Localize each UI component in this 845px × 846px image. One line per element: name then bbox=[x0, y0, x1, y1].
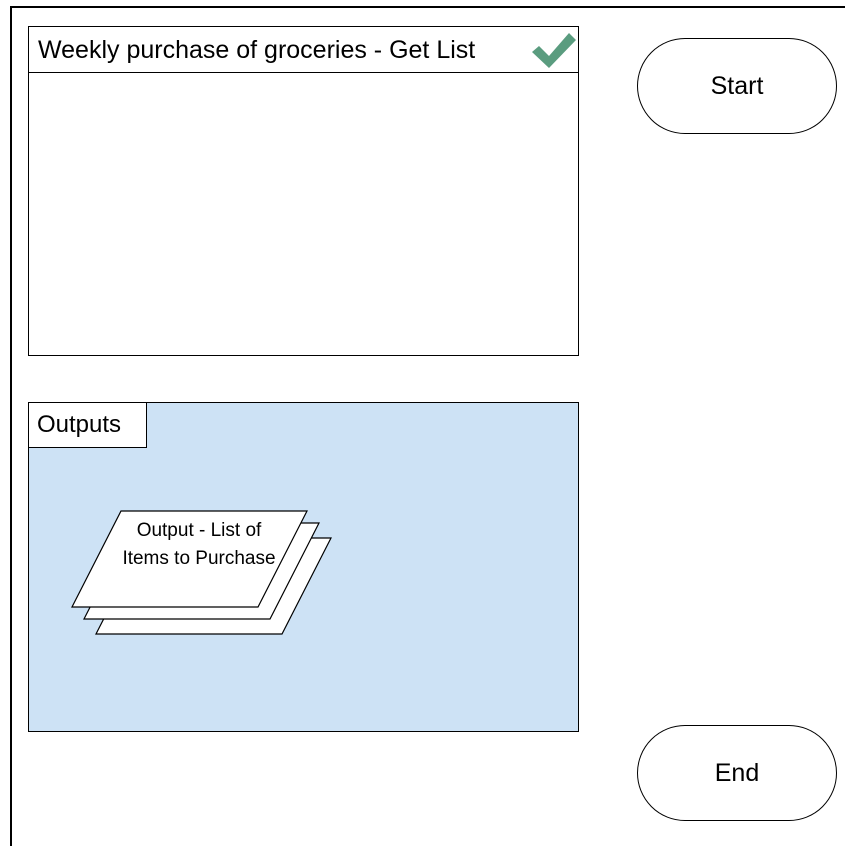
process-box: Weekly purchase of groceries - Get List bbox=[28, 26, 579, 356]
process-header: Weekly purchase of groceries - Get List bbox=[29, 27, 578, 73]
output-document-label: Output - List of Items to Purchase bbox=[122, 520, 276, 569]
checkmark-icon bbox=[532, 33, 576, 68]
end-label: End bbox=[714, 758, 760, 787]
start-label: Start bbox=[710, 71, 764, 100]
process-title: Weekly purchase of groceries - Get List bbox=[38, 36, 476, 64]
outputs-box: Outputs Output - List of Items to Purcha… bbox=[28, 402, 579, 732]
start-terminal: Start bbox=[637, 38, 837, 134]
multi-document-icon bbox=[71, 510, 332, 635]
end-terminal: End bbox=[637, 725, 837, 821]
